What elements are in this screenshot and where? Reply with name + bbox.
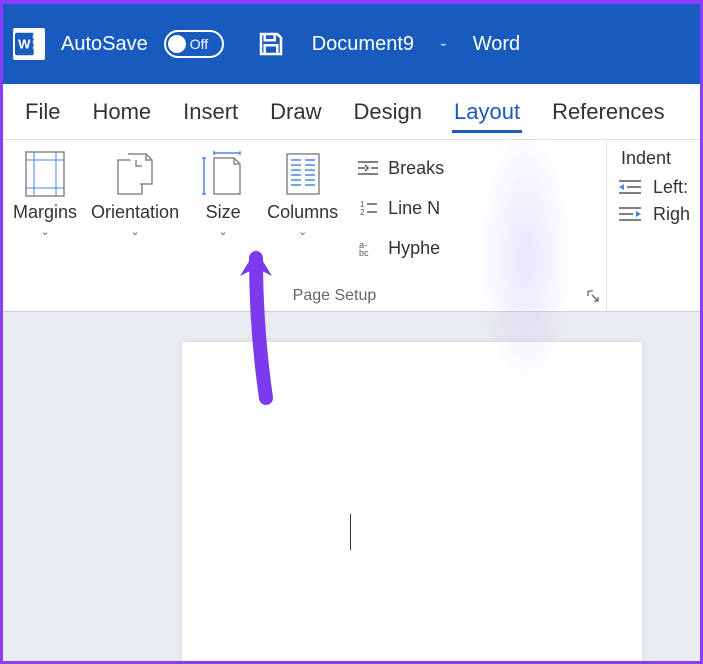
page-setup-launcher[interactable] (586, 289, 600, 303)
hyphenation-button[interactable]: a-bc Hyphe (350, 232, 450, 264)
toggle-knob (168, 35, 186, 53)
line-numbers-icon: 12 (356, 196, 380, 220)
indent-title: Indent (621, 148, 690, 169)
svg-text:2: 2 (360, 208, 365, 217)
breaks-button[interactable]: Breaks (350, 152, 450, 184)
word-app-icon: W (13, 28, 45, 60)
size-button[interactable]: Size ⌄ (187, 146, 259, 270)
autosave-toggle[interactable]: Off (164, 30, 224, 58)
line-numbers-button[interactable]: 12 Line N (350, 192, 450, 224)
orientation-button[interactable]: Orientation ⌄ (85, 146, 185, 270)
indent-left-icon (617, 178, 643, 198)
size-icon (199, 150, 247, 198)
ribbon-tabs: File Home Insert Draw Design Layout Refe… (3, 84, 700, 140)
chevron-down-icon: ⌄ (298, 225, 307, 238)
indent-right-icon (617, 205, 643, 225)
tab-insert[interactable]: Insert (167, 84, 254, 139)
document-area[interactable] (3, 312, 700, 661)
indent-left-row[interactable]: Left: (617, 177, 690, 198)
margins-button[interactable]: Margins ⌄ (7, 146, 83, 270)
toggle-state: Off (190, 36, 208, 52)
columns-button[interactable]: Columns ⌄ (261, 146, 344, 270)
tab-draw[interactable]: Draw (254, 84, 337, 139)
title-bar: W AutoSave Off Document9 - Word (3, 4, 700, 84)
title-separator: - (440, 33, 447, 56)
save-button[interactable] (256, 29, 286, 59)
page-setup-label: Page Setup (3, 287, 606, 305)
app-name: Word (473, 33, 520, 56)
breaks-icon (356, 156, 380, 180)
chevron-down-icon: ⌄ (40, 225, 49, 238)
text-cursor (350, 514, 351, 550)
document-page[interactable] (182, 342, 642, 661)
autosave-label: AutoSave (61, 33, 148, 56)
svg-text:W: W (18, 37, 31, 52)
ribbon: Margins ⌄ Orientation ⌄ Size ⌄ (3, 140, 700, 312)
tab-design[interactable]: Design (338, 84, 438, 139)
svg-text:bc: bc (359, 248, 369, 257)
hyphenation-icon: a-bc (356, 236, 380, 260)
columns-icon (279, 150, 327, 198)
indent-right-row[interactable]: Righ (617, 204, 690, 225)
tab-layout[interactable]: Layout (438, 84, 536, 139)
chevron-down-icon: ⌄ (218, 225, 227, 238)
chevron-down-icon: ⌄ (130, 225, 139, 238)
indent-group: Indent Left: Righ (607, 140, 700, 311)
orientation-icon (111, 150, 159, 198)
tab-file[interactable]: File (9, 84, 76, 139)
tab-references[interactable]: References (536, 84, 681, 139)
margins-icon (21, 150, 69, 198)
tab-home[interactable]: Home (76, 84, 167, 139)
page-setup-group: Margins ⌄ Orientation ⌄ Size ⌄ (3, 140, 607, 311)
document-name[interactable]: Document9 (312, 33, 414, 56)
